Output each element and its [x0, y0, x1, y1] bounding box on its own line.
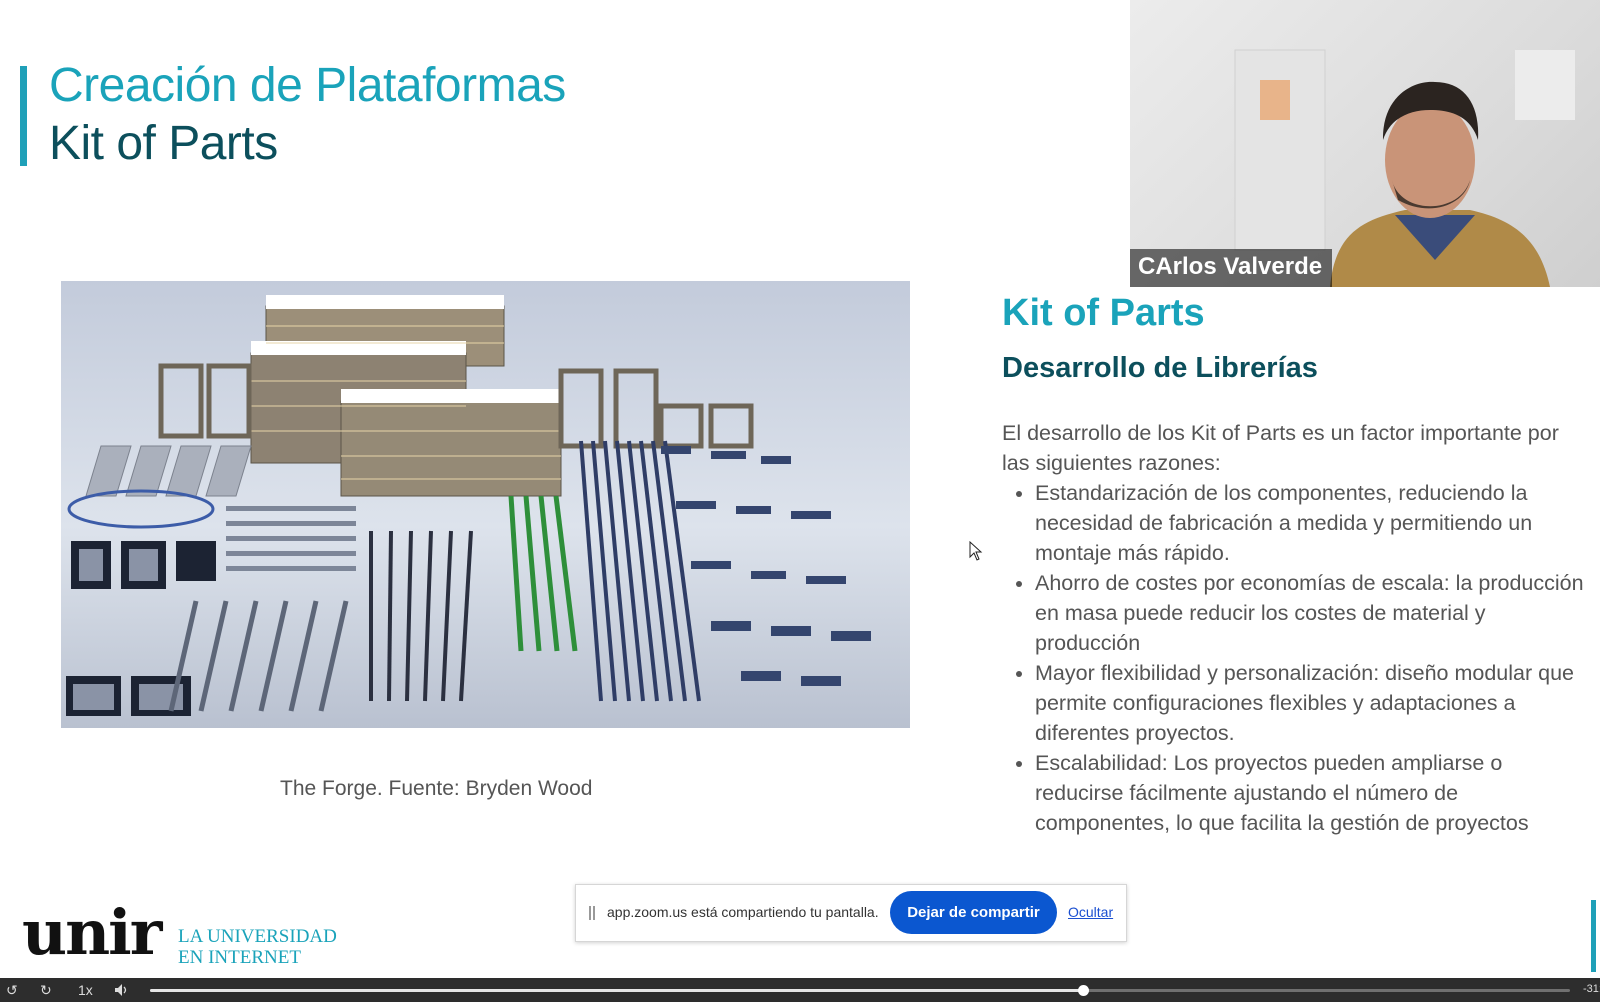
section-subheading: Desarrollo de Librerías: [1002, 352, 1318, 384]
volume-icon[interactable]: [114, 983, 128, 997]
tagline-line1: LA UNIVERSIDAD: [178, 926, 337, 947]
progress-track[interactable]: [150, 985, 1570, 996]
stop-sharing-button[interactable]: Dejar de compartir: [890, 891, 1057, 934]
reasons-list: Estandarización de los componentes, redu…: [1002, 478, 1592, 838]
slide-title-line1: Creación de Plataformas: [49, 59, 566, 112]
presentation-slide: Creación de Plataformas Kit of Parts The…: [0, 0, 1600, 978]
unir-logo: unir: [22, 896, 162, 969]
list-item: Ahorro de costes por economías de escala…: [1035, 568, 1592, 658]
player-controls: ↺ ↻ 1x -31:: [0, 978, 1600, 1002]
image-caption: The Forge. Fuente: Bryden Wood: [280, 777, 593, 800]
tagline-line2: EN INTERNET: [178, 947, 301, 968]
list-item: Estandarización de los componentes, redu…: [1035, 478, 1592, 568]
progress-thumb[interactable]: [1077, 985, 1089, 996]
share-message: app.zoom.us está compartiendo tu pantall…: [607, 904, 879, 920]
unir-tagline: LA UNIVERSIDAD EN INTERNET: [178, 926, 337, 968]
slide-accent-bar: [1591, 900, 1596, 972]
presenter-video: CArlos Valverde: [1130, 0, 1600, 287]
mouse-cursor-icon: [969, 541, 983, 561]
presenter-figure: [1234, 49, 1575, 287]
hide-link[interactable]: Ocultar: [1068, 904, 1113, 920]
rewind-icon[interactable]: ↺: [6, 981, 18, 999]
slide-title-line2: Kit of Parts: [49, 117, 278, 170]
screen-share-notification: app.zoom.us está compartiendo tu pantall…: [575, 884, 1127, 942]
list-item: Mayor flexibilidad y personalización: di…: [1035, 658, 1592, 748]
kit-of-parts-illustration: [66, 295, 871, 716]
forward-icon[interactable]: ↻: [40, 981, 52, 999]
time-remaining: -31:: [1583, 983, 1600, 995]
kit-of-parts-image: [61, 281, 910, 728]
list-item: Escalabilidad: Los proyectos pueden ampl…: [1035, 748, 1592, 838]
intro-paragraph: El desarrollo de los Kit of Parts es un …: [1002, 421, 1559, 475]
section-heading: Kit of Parts: [1002, 292, 1205, 334]
participant-name: CArlos Valverde: [1130, 249, 1333, 287]
slide-body: El desarrollo de los Kit of Parts es un …: [1002, 418, 1592, 838]
progress-fill: [150, 989, 1083, 992]
drag-handle-icon[interactable]: [589, 906, 595, 920]
title-accent-bar: [20, 66, 27, 166]
playback-speed[interactable]: 1x: [78, 981, 93, 999]
